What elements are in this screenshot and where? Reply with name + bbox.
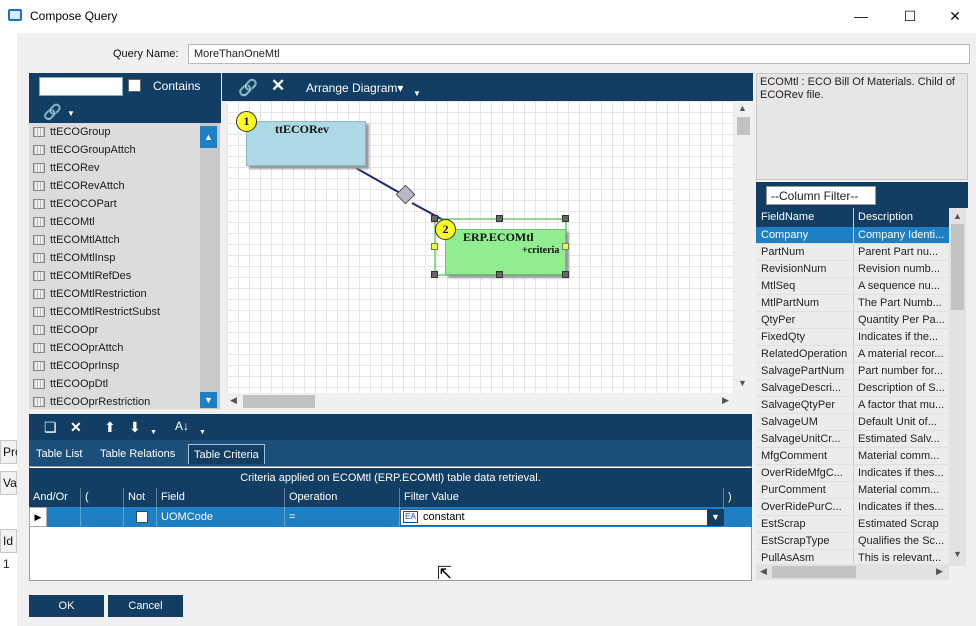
tab-table-criteria[interactable]: Table Criteria — [188, 444, 265, 464]
criteria-header: And/Or ( Not Field Operation Filter Valu… — [29, 488, 752, 507]
node-badge: 1 — [236, 111, 257, 132]
constant-type-icon: EA — [403, 511, 418, 523]
sort-az-icon[interactable]: A↓ — [175, 419, 189, 433]
resize-handle[interactable] — [562, 215, 569, 222]
scroll-left-arrow-icon[interactable]: ◀ — [230, 395, 237, 406]
tab-table-list[interactable]: Table List — [31, 444, 87, 464]
not-checkbox[interactable] — [136, 511, 148, 523]
column-header-filter-value[interactable]: Filter Value — [400, 488, 724, 507]
scroll-thumb[interactable] — [772, 566, 856, 578]
row-selector-arrow-icon[interactable]: ▶ — [29, 507, 47, 527]
column-header-fieldname[interactable]: FieldName — [756, 208, 854, 227]
andor-cell[interactable] — [47, 507, 81, 527]
rparen-cell[interactable] — [724, 507, 752, 527]
column-header-field[interactable]: Field — [157, 488, 285, 507]
column-header-rparen[interactable]: ) — [724, 488, 752, 507]
table-row[interactable]: MtlPartNum The Part Numb... — [756, 295, 949, 312]
operation-cell[interactable]: = — [285, 507, 400, 527]
resize-handle[interactable] — [431, 243, 438, 250]
table-row[interactable]: MtlSeq A sequence nu... — [756, 278, 949, 295]
table-header: FieldName Description — [756, 208, 949, 227]
scroll-thumb[interactable] — [951, 224, 964, 310]
table-row[interactable]: SalvageDescri... Description of S... — [756, 380, 949, 397]
relation-diamond-icon[interactable] — [395, 184, 416, 205]
ok-button[interactable]: OK — [29, 595, 104, 617]
table-row[interactable]: PartNum Parent Part nu... — [756, 244, 949, 261]
scroll-right-arrow-icon[interactable]: ▶ — [936, 566, 943, 577]
table-row[interactable]: PurComment Material comm... — [756, 482, 949, 499]
column-header-lparen[interactable]: ( — [81, 488, 124, 507]
resize-handle[interactable] — [496, 215, 503, 222]
node-label: ERP.ECOMtl — [463, 230, 534, 244]
column-header-operation[interactable]: Operation — [285, 488, 400, 507]
resize-handle[interactable] — [431, 271, 438, 278]
mouse-cursor-icon: ⇱ — [437, 563, 453, 583]
column-header-andor[interactable]: And/Or — [29, 488, 81, 507]
scroll-down-arrow-icon[interactable]: ▼ — [738, 378, 747, 388]
scroll-up-arrow-icon[interactable]: ▲ — [738, 103, 747, 113]
table-row[interactable]: SalvagePartNum Part number for... — [756, 363, 949, 380]
scroll-up-arrow-icon[interactable]: ▲ — [953, 211, 962, 221]
column-filter-input[interactable]: --Column Filter-- — [766, 186, 876, 205]
fields-table: FieldName Description Company Company Ide… — [756, 208, 949, 566]
column-header-not[interactable]: Not — [124, 488, 157, 507]
table-row[interactable]: MfgComment Material comm... — [756, 448, 949, 465]
chevron-down-icon[interactable]: ▼ — [150, 429, 157, 436]
table-row[interactable]: RevisionNum Revision numb... — [756, 261, 949, 278]
node-criteria-label: +criteria — [522, 245, 560, 256]
resize-handle[interactable] — [562, 271, 569, 278]
scroll-thumb[interactable] — [243, 395, 315, 408]
table-row[interactable]: RelatedOperation A material recor... — [756, 346, 949, 363]
scroll-right-arrow-icon[interactable]: ▶ — [722, 395, 729, 406]
scroll-left-arrow-icon[interactable]: ◀ — [760, 566, 767, 577]
resize-handle[interactable] — [431, 215, 438, 222]
table-row[interactable]: OverRidePurC... Indicates if thes... — [756, 499, 949, 516]
filter-value-input[interactable]: constant — [400, 509, 708, 526]
chevron-down-icon[interactable]: ▼ — [199, 429, 206, 436]
delete-icon[interactable]: ✕ — [70, 419, 82, 436]
table-row[interactable]: EstScrap Estimated Scrap — [756, 516, 949, 533]
lparen-cell[interactable] — [81, 507, 124, 527]
node-badge: 2 — [435, 219, 456, 240]
table-row[interactable]: QtyPer Quantity Per Pa... — [756, 312, 949, 329]
field-cell[interactable]: UOMCode — [157, 507, 285, 527]
resize-handle[interactable] — [562, 243, 569, 250]
criteria-title: Criteria applied on ECOMtl (ERP.ECOMtl) … — [29, 468, 752, 488]
scroll-down-arrow-icon[interactable]: ▼ — [953, 549, 962, 559]
table-row[interactable]: FixedQty Indicates if the... — [756, 329, 949, 346]
resize-handle[interactable] — [496, 271, 503, 278]
new-icon[interactable]: ❏ — [44, 419, 57, 436]
table-row[interactable]: SalvageUM Default Unit of... — [756, 414, 949, 431]
relation-line — [355, 167, 401, 194]
move-up-icon[interactable]: ⬆ — [104, 419, 116, 436]
table-row[interactable]: OverRideMfgC... Indicates if thes... — [756, 465, 949, 482]
table-row[interactable]: EstScrapType Qualifies the Sc... — [756, 533, 949, 550]
chevron-down-icon[interactable]: ▼ — [707, 509, 724, 526]
tab-table-relations[interactable]: Table Relations — [95, 444, 180, 464]
table-row[interactable]: SalvageUnitCr... Estimated Salv... — [756, 431, 949, 448]
scroll-thumb[interactable] — [737, 117, 750, 135]
node-label: ttECORev — [275, 122, 329, 136]
diagram-vertical-scrollbar[interactable] — [734, 101, 752, 393]
cancel-button[interactable]: Cancel — [108, 595, 183, 617]
column-header-description[interactable]: Description — [854, 208, 949, 227]
move-down-icon[interactable]: ⬇ — [129, 419, 141, 436]
table-description: ECOMtl : ECO Bill Of Materials. Child of… — [756, 73, 968, 180]
table-row[interactable]: SalvageQtyPer A factor that mu... — [756, 397, 949, 414]
table-row[interactable]: Company Company Identi... — [756, 227, 949, 244]
